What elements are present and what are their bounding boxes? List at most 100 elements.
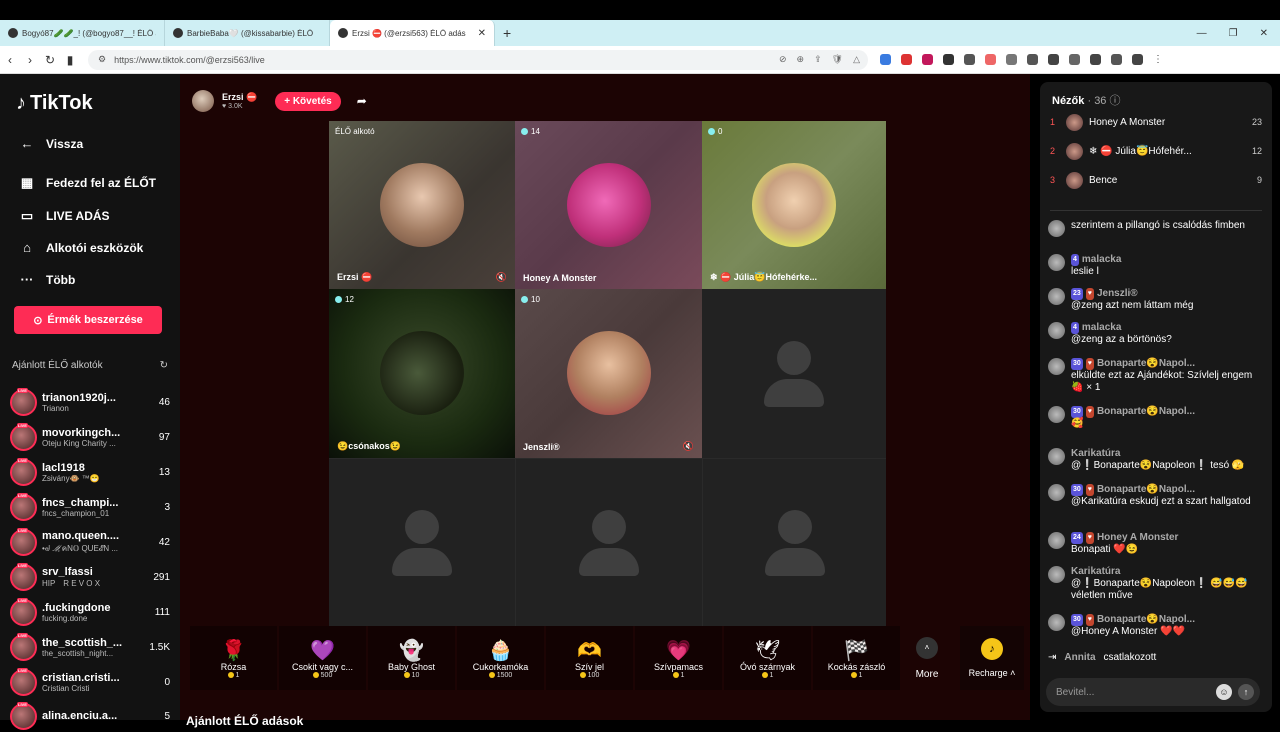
back-icon[interactable]: ‹ (0, 53, 20, 67)
browser-tab[interactable]: Bogyó87🥒🥒_! (@bogyo87__! ÉLŐ ad... (0, 20, 165, 46)
host-avatar[interactable] (192, 90, 214, 112)
message-text: leslie l (1071, 266, 1099, 277)
viewer-score: 23 (1251, 117, 1262, 127)
gift-item[interactable]: 💗 Szívpamacs 1 (635, 626, 722, 690)
follow-button[interactable]: + Követés (275, 91, 341, 111)
creator-item[interactable]: LIVE lacl1918 Zsivány🐵 ™😁 13 (10, 456, 170, 488)
reload-icon[interactable]: ↻ (40, 53, 60, 67)
extension-icon[interactable] (880, 54, 891, 65)
nav-explore-live[interactable]: ▦ Fedezd fel az ÉLŐT (18, 175, 156, 191)
top-viewer-row[interactable]: 2 ❄ ⛔ Júlia😇Hófehér... 12 (1050, 141, 1262, 161)
creator-subtitle: fucking.done (42, 613, 88, 623)
chat-message[interactable]: 23 ♥ Jenszli® @zeng azt nem láttam még (1048, 288, 1264, 312)
browser-tab-active[interactable]: Erzsi ⛔ (@erzsi563) ÉLŐ adás ✕ (330, 20, 495, 46)
gift-item[interactable]: 🏁 Kockás zászló 1 (813, 626, 900, 690)
send-icon[interactable]: ↑ (1238, 684, 1254, 700)
grid-cell[interactable]: 12 😉csónakos😉 (329, 289, 515, 458)
nav-more[interactable]: ··· Több (18, 272, 76, 287)
extension-icon[interactable] (901, 54, 912, 65)
grid-cell[interactable]: ÉLŐ alkotó Erzsi ⛔ 🔇 (329, 121, 515, 289)
extension-icon[interactable] (943, 54, 954, 65)
empty-seat[interactable] (329, 458, 515, 626)
extension-icon[interactable] (1027, 54, 1038, 65)
info-icon[interactable]: ⓘ (1110, 95, 1121, 107)
grid-cell[interactable]: 0 ❄ ⛔ Júlia😇Hófehérke... (702, 121, 886, 289)
bookmark-icon[interactable]: ▮ (60, 53, 80, 67)
creator-item[interactable]: LIVE movorkingch... Oteju King Charity ...… (10, 421, 170, 453)
chat-message[interactable]: Karikatúra @❕Bonaparte😵Napoleon❕ 😅😅😅 véle… (1048, 566, 1264, 602)
site-settings-icon[interactable]: ⚙ (98, 54, 106, 65)
gift-item[interactable]: 🫶 Szív jel 100 (546, 626, 633, 690)
chat-message[interactable]: 24 ♥ Honey A Monster Bonapati ❤️😉 (1048, 532, 1264, 556)
creator-item[interactable]: LIVE cristian.cristi... Cristian Cristi 0 (10, 666, 170, 698)
refresh-icon[interactable]: ↻ (160, 360, 168, 371)
logo-text: TikTok (30, 92, 93, 114)
new-tab-icon[interactable]: + (503, 25, 511, 41)
gift-item[interactable]: 🌹 Rózsa 1 (190, 626, 277, 690)
url-field[interactable]: ⚙ https://www.tiktok.com/@erzsi563/live … (88, 49, 868, 70)
chat-message[interactable]: 4 malacka leslie l (1048, 254, 1264, 278)
extension-icon[interactable] (1090, 54, 1101, 65)
host-name[interactable]: Erzsi ⛔ (222, 92, 257, 103)
creator-subtitle: fncs_champion_01 (42, 508, 110, 518)
shield-icon[interactable]: 🛡 (832, 54, 843, 65)
translate-icon[interactable]: ⊘ (779, 54, 787, 65)
top-viewer-row[interactable]: 3 Bence 9 (1050, 170, 1262, 190)
chat-message[interactable]: szerintem a pillangó is csalódás fimben (1048, 220, 1264, 237)
extension-icon[interactable] (1111, 54, 1122, 65)
empty-seat[interactable] (515, 458, 702, 626)
extension-icon[interactable] (1006, 54, 1017, 65)
tiktok-logo[interactable]: ♪ TikTok (16, 92, 93, 115)
grid-cell[interactable]: 14 Honey A Monster (515, 121, 702, 289)
browser-tab[interactable]: BarbieBaba🤍 (@kissabarbie) ÉLŐ (165, 20, 330, 46)
share-page-icon[interactable]: ⇪ (814, 54, 822, 65)
more-gifts-button[interactable]: ˄ More (902, 626, 952, 690)
creator-item[interactable]: LIVE alina.enciu.a... 5 (10, 700, 170, 732)
gift-item[interactable]: 🕊 Óvó szárnyak 1 (724, 626, 811, 690)
calendar-icon: ▦ (20, 175, 34, 190)
recharge-button[interactable]: ♪ Recharge ˄ (960, 626, 1024, 690)
chat-input[interactable]: Bevitel... ☺ ↑ (1046, 678, 1260, 706)
close-window-icon[interactable]: ✕ (1260, 28, 1268, 39)
grid-cell[interactable]: 10 Jenszli® 🔇 (515, 289, 702, 458)
chat-message[interactable]: 4 malacka @zeng az a börtönös? (1048, 322, 1264, 346)
viewers-header[interactable]: Nézők · 36 ⓘ (1052, 92, 1121, 108)
nav-go-live[interactable]: ▭ LIVE ADÁS (18, 208, 110, 224)
get-coins-button[interactable]: ⊙ Érmék beszerzése (14, 306, 162, 334)
chat-message[interactable]: 30 ♥ Bonaparte😵Napol... @Karikatúra eskudj … (1048, 484, 1264, 508)
extension-icon[interactable] (922, 54, 933, 65)
maximize-icon[interactable]: ❐ (1229, 28, 1238, 39)
share-icon[interactable]: ➦ (357, 94, 367, 108)
empty-seat[interactable] (702, 458, 886, 626)
gift-item[interactable]: 👻 Baby Ghost 10 (368, 626, 455, 690)
creator-item[interactable]: LIVE fncs_champi... fncs_champion_01 3 (10, 491, 170, 523)
extension-icon[interactable] (985, 54, 996, 65)
top-viewer-row[interactable]: 1 Honey A Monster 23 (1050, 112, 1262, 132)
creator-item[interactable]: LIVE .fuckingdone fucking.done 111 (10, 596, 170, 628)
extension-icon[interactable] (1069, 54, 1080, 65)
gift-item[interactable]: 🧁 Cukorkamóka 1500 (457, 626, 544, 690)
extension-icon[interactable] (1132, 54, 1143, 65)
menu-icon[interactable]: ⋮ (1153, 54, 1163, 65)
warning-icon[interactable]: △ (853, 54, 860, 65)
minimize-icon[interactable]: — (1197, 28, 1207, 39)
creator-item[interactable]: LIVE mano.queen.... •ᖙ ℳคN𝕆 QUE𝓔N ... 42 (10, 526, 170, 558)
zoom-icon[interactable]: ⊕ (797, 54, 805, 65)
gift-item[interactable]: 💜 Csokit vagy c... 500 (279, 626, 366, 690)
empty-seat[interactable] (702, 289, 886, 458)
chat-message[interactable]: 30 ♥ Bonaparte😵Napol... elküldte ezt az Ajá… (1048, 358, 1264, 394)
creator-item[interactable]: LIVE srv_lfassi HIP R E V O X 291 (10, 561, 170, 593)
creator-item[interactable]: LIVE trianon1920j... Trianon 46 (10, 386, 170, 418)
nav-creator-tools[interactable]: ⌂ Alkotói eszközök (18, 240, 143, 255)
close-tab-icon[interactable]: ✕ (478, 28, 486, 39)
extension-icon[interactable] (964, 54, 975, 65)
creator-name: fncs_champi... (42, 496, 119, 509)
forward-icon[interactable]: › (20, 53, 40, 67)
extension-icon[interactable] (1048, 54, 1059, 65)
emoji-icon[interactable]: ☺ (1216, 684, 1232, 700)
chat-message[interactable]: 30 ♥ Bonaparte😵Napol... 🥰 (1048, 406, 1264, 430)
creator-item[interactable]: LIVE the_scottish_... the_scottish_night..… (10, 631, 170, 663)
chat-message[interactable]: Karikatúra @❕Bonaparte😵Napoleon❕ tesó 🫣 (1048, 448, 1264, 472)
chat-message[interactable]: 30 ♥ Bonaparte😵Napol... @Honey A Monster ❤️… (1048, 614, 1264, 638)
nav-back[interactable]: ← Vissza (18, 136, 84, 151)
